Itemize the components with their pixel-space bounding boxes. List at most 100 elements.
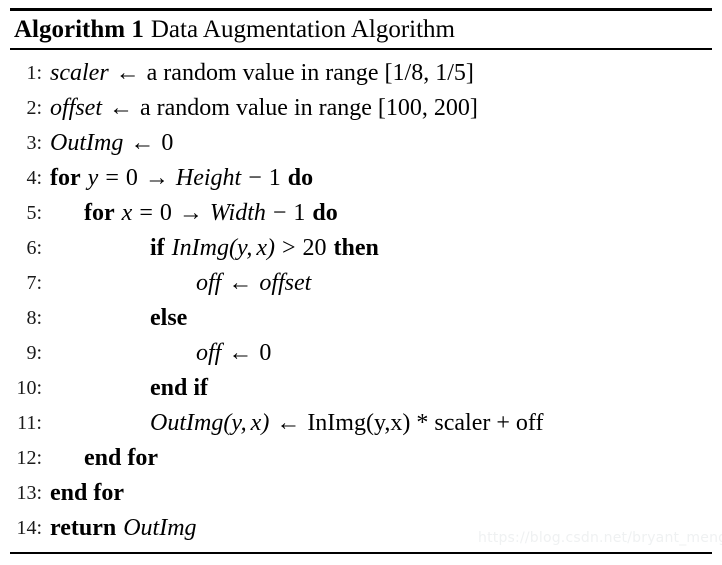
- right-paren: ): [261, 410, 270, 436]
- loop-variable: x: [121, 200, 133, 226]
- algorithm-line: 12: end for: [0, 441, 722, 476]
- line-number: 1:: [26, 62, 42, 84]
- line-content: end for: [50, 476, 124, 511]
- greater-than-operator: >: [281, 235, 296, 261]
- algorithm-line: 10: end if: [0, 371, 722, 406]
- math-variable: offset: [50, 95, 102, 121]
- algorithm-line: 6: if InImg(y, x) >20 then: [0, 231, 722, 266]
- line-number: 2:: [26, 97, 42, 119]
- keyword-end-for: end for: [84, 445, 158, 471]
- expression-text: InImg(y,x) * scaler + off: [307, 410, 544, 436]
- assign-arrow-icon: ←: [109, 95, 133, 121]
- algorithm-name-label: Data Augmentation Algorithm: [150, 16, 455, 43]
- line-number: 12:: [16, 447, 42, 469]
- numeric-literal: 1: [293, 200, 306, 226]
- line-number: 10:: [16, 377, 42, 399]
- right-paren: ): [266, 235, 275, 261]
- numeric-literal: 0: [161, 130, 174, 156]
- line-number: 14:: [16, 517, 42, 539]
- watermark-text: https://blog.csdn.net/bryant_meng: [478, 530, 722, 546]
- keyword-if: if: [150, 235, 165, 261]
- line-content: end for: [84, 441, 158, 476]
- equals-operator: =: [105, 165, 119, 191]
- algorithm-line: 7: off ← offset: [0, 266, 722, 301]
- line-number: 11:: [17, 412, 42, 434]
- math-variable: offset: [259, 270, 312, 296]
- math-variable: scaler: [50, 60, 109, 86]
- keyword-for: for: [50, 165, 81, 191]
- assign-arrow-icon: ←: [130, 130, 155, 156]
- line-content: for x = 0 → Width −1 do: [84, 196, 338, 231]
- line-content: OutImg(y, x) ← InImg(y,x) * scaler + off: [150, 406, 543, 441]
- numeric-literal: 0: [259, 340, 272, 366]
- algorithm-line: 4: for y = 0 → Height −1 do: [0, 161, 722, 196]
- algorithm-title: Algorithm 1 Data Augmentation Algorithm: [14, 14, 455, 45]
- prose-text: a random value in range [1/8, 1/5]: [146, 60, 474, 86]
- assign-arrow-icon: ←: [115, 60, 140, 86]
- algorithm-line: 2: offset ← a random value in range [100, …: [0, 91, 722, 126]
- math-variable: OutImg: [123, 515, 197, 541]
- algorithm-line: 1: scaler ← a random value in range [1/8, …: [0, 56, 722, 91]
- arg-separator: ,: [246, 235, 253, 261]
- math-variable: off: [196, 270, 222, 296]
- loop-variable: y: [87, 165, 99, 191]
- title-separator-rule: [10, 48, 712, 50]
- keyword-end-if: end if: [150, 375, 209, 401]
- equals-operator: =: [139, 200, 153, 226]
- algorithm-line: 5: for x = 0 → Width −1 do: [0, 196, 722, 231]
- arg-separator: ,: [240, 410, 247, 436]
- keyword-for: for: [84, 200, 115, 226]
- algorithm-line: 8: else: [0, 301, 722, 336]
- threshold-value: 20: [302, 235, 327, 261]
- line-content: offset ← a random value in range [100, 200…: [50, 91, 478, 126]
- arg-col: x: [256, 235, 267, 261]
- line-number: 4:: [26, 167, 42, 189]
- line-content: else: [150, 301, 187, 336]
- numeric-literal: 1: [268, 165, 281, 191]
- assign-arrow-icon: ←: [228, 340, 253, 366]
- loop-bound: Width: [209, 200, 266, 226]
- prose-text: a random value in range [100, 200]: [140, 95, 478, 121]
- line-content: off ← 0: [196, 336, 271, 371]
- keyword-do: do: [312, 200, 338, 226]
- arg-row: y: [237, 235, 247, 261]
- algorithm-line: 9: off ← 0: [0, 336, 722, 371]
- loop-start: 0: [159, 200, 172, 226]
- left-paren: (: [229, 235, 237, 261]
- math-variable: off: [196, 340, 222, 366]
- algorithm-number-label: Algorithm 1: [14, 16, 144, 43]
- assign-arrow-icon: ←: [228, 270, 253, 296]
- math-variable: OutImg: [50, 130, 124, 156]
- algorithm-line: 13: end for: [0, 476, 722, 511]
- algorithm-line: 3: OutImg ← 0: [0, 126, 722, 161]
- keyword-else: else: [150, 305, 188, 331]
- line-content: OutImg ← 0: [50, 126, 173, 161]
- line-number: 3:: [26, 132, 42, 154]
- function-name: InImg: [171, 235, 229, 261]
- line-number: 13:: [16, 482, 42, 504]
- to-arrow-icon: →: [178, 200, 203, 226]
- bottom-rule: [10, 552, 712, 554]
- top-rule: [10, 8, 712, 11]
- loop-start: 0: [125, 165, 138, 191]
- line-number: 7:: [26, 272, 42, 294]
- keyword-return: return: [50, 515, 117, 541]
- line-content: off ← offset: [196, 266, 311, 301]
- line-number: 8:: [26, 307, 42, 329]
- arg-row: y: [231, 410, 241, 436]
- minus-operator: −: [248, 165, 262, 191]
- line-number: 9:: [26, 342, 42, 364]
- line-content: end if: [150, 371, 208, 406]
- line-content: for y = 0 → Height −1 do: [50, 161, 313, 196]
- arg-col: x: [250, 410, 262, 436]
- keyword-end-for: end for: [50, 480, 124, 506]
- function-name: OutImg: [150, 410, 224, 436]
- minus-operator: −: [272, 200, 287, 226]
- loop-bound: Height: [175, 165, 242, 191]
- keyword-then: then: [333, 235, 379, 261]
- assign-arrow-icon: ←: [276, 410, 301, 436]
- line-content: return OutImg: [50, 511, 197, 546]
- line-number: 6:: [26, 237, 42, 259]
- keyword-do: do: [287, 165, 314, 191]
- line-number: 5:: [26, 202, 42, 224]
